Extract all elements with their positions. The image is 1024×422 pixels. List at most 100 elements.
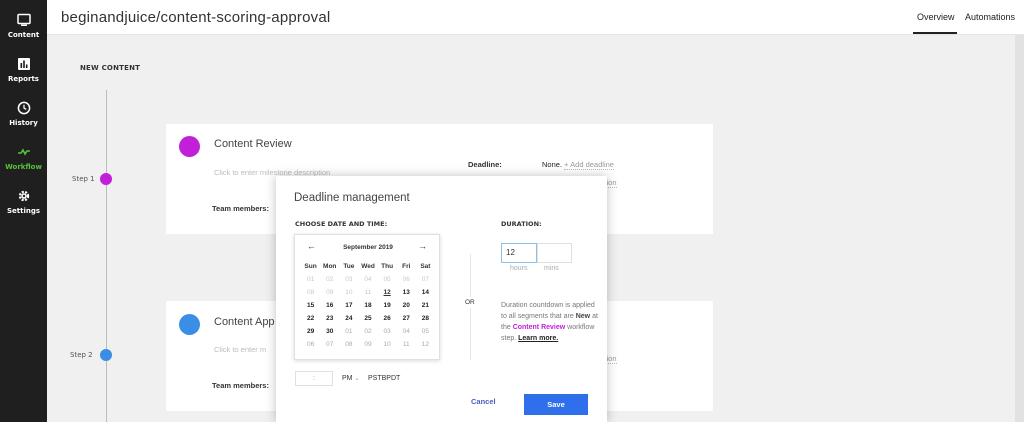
calendar-day[interactable]: 27 [397, 312, 416, 325]
sidebar-item-history[interactable]: History [0, 101, 47, 141]
step-2-dot [100, 349, 112, 361]
sidebar-item-label: Content [7, 31, 40, 39]
calendar-day[interactable]: 13 [397, 286, 416, 299]
calendar-day[interactable]: 01 [339, 325, 358, 338]
weekday-header: Sat [420, 263, 431, 270]
calendar-day: 08 [306, 289, 315, 296]
tab-overview[interactable]: Overview [917, 12, 955, 22]
learn-more-link[interactable]: Learn more. [518, 335, 558, 342]
timezone-label: PSTBPDT [368, 375, 401, 382]
duration-label: DURATION: [501, 220, 542, 228]
calendar-day: 09 [326, 289, 334, 296]
sidebar-item-label: History [9, 119, 38, 127]
calendar-day[interactable]: 25 [358, 312, 377, 325]
calendar-day: 02 [326, 276, 334, 283]
hours-unit-label: hours [510, 265, 528, 272]
duration-info: Duration countdown is applied to all seg… [501, 300, 599, 344]
calendar-day: 04 [364, 276, 372, 283]
calendar-day[interactable]: 15 [301, 299, 320, 312]
weekday-header: Thu [381, 263, 394, 270]
calendar-day[interactable]: 07 [320, 338, 339, 351]
calendar-day: 05 [383, 276, 391, 283]
chevron-down-icon: ⌄ [354, 376, 360, 382]
calendar-day[interactable]: 10 [378, 338, 397, 351]
calendar-day[interactable]: 19 [378, 299, 397, 312]
calendar-day[interactable]: 02 [358, 325, 377, 338]
ampm-value: PM [342, 375, 353, 382]
calendar-day: 11 [364, 289, 372, 296]
weekday-header: Mon [323, 263, 337, 270]
calendar-day[interactable]: 29 [301, 325, 320, 338]
deadline-none-text: None. [542, 160, 563, 169]
date-picker: ← September 2019 → Sun Mon Tue Wed Thu Fri Sat… [294, 234, 440, 360]
calendar-day[interactable]: 12 [378, 286, 397, 299]
workflow-icon [17, 148, 30, 156]
calendar-day[interactable]: 22 [301, 312, 320, 325]
ampm-select[interactable]: PM ⌄ [342, 375, 359, 382]
hours-input[interactable]: 12 [501, 243, 537, 263]
step-1-dot [100, 173, 112, 185]
sidebar-item-reports[interactable]: Reports [0, 57, 47, 97]
deadline-label: Deadline: [468, 160, 502, 169]
calendar-day[interactable]: 30 [320, 325, 339, 338]
calendar-day[interactable]: 26 [378, 312, 397, 325]
sidebar-item-workflow[interactable]: Workflow [0, 145, 47, 185]
time-input[interactable]: : [295, 371, 333, 386]
modal-title: Deadline management [294, 192, 410, 204]
calendar-day[interactable]: 12 [416, 338, 435, 351]
next-month-arrow-icon[interactable]: → [418, 241, 427, 251]
step-title[interactable]: Content Review [214, 138, 292, 150]
calendar-day[interactable]: 21 [416, 299, 435, 312]
active-tab-indicator [913, 32, 957, 34]
calendar-day: 10 [345, 289, 353, 296]
sidebar-item-label: Workflow [5, 163, 42, 171]
sidebar: Content Reports History Workflow Setting… [0, 0, 47, 422]
calendar-day[interactable]: 05 [416, 325, 435, 338]
clock-icon [17, 101, 30, 115]
calendar-day[interactable]: 28 [416, 312, 435, 325]
calendar-day[interactable]: 08 [339, 338, 358, 351]
team-members-label: Team members: [212, 381, 269, 390]
calendar-day[interactable]: 03 [378, 325, 397, 338]
team-members-label: Team members: [212, 204, 269, 213]
weekday-header: Wed [361, 263, 375, 270]
calendar-day[interactable]: 04 [397, 325, 416, 338]
calendar-day[interactable]: 09 [358, 338, 377, 351]
calendar-day: 03 [345, 276, 353, 283]
weekday-header: Tue [343, 263, 355, 270]
calendar-day[interactable]: 20 [397, 299, 416, 312]
cancel-button[interactable]: Cancel [471, 397, 496, 406]
calendar-day: 06 [402, 276, 410, 283]
step-title[interactable]: Content App [214, 316, 275, 328]
calendar-day: 07 [421, 276, 430, 283]
choose-date-label: CHOOSE DATE AND TIME: [295, 220, 388, 228]
scrollbar[interactable] [1015, 35, 1024, 422]
calendar-day[interactable]: 23 [320, 312, 339, 325]
add-deadline-link[interactable]: + Add deadline [564, 160, 614, 170]
or-label: OR [465, 297, 475, 308]
mins-input[interactable] [537, 243, 572, 263]
weekday-header: Fri [402, 263, 411, 270]
calendar-day[interactable]: 14 [416, 286, 435, 299]
step-color-dot[interactable] [179, 314, 200, 335]
step-color-dot[interactable] [179, 136, 200, 157]
calendar-day[interactable]: 11 [397, 338, 416, 351]
calendar-day[interactable]: 18 [358, 299, 377, 312]
tab-automations[interactable]: Automations [965, 12, 1015, 22]
sidebar-item-settings[interactable]: Settings [0, 189, 47, 229]
timeline-line [106, 90, 107, 422]
weekday-header: Sun [304, 263, 317, 270]
calendar-day[interactable]: 17 [339, 299, 358, 312]
step-description[interactable]: Click to enter m [214, 345, 266, 354]
calendar-day[interactable]: 16 [320, 299, 339, 312]
save-button[interactable]: Save [524, 394, 588, 415]
page-title: beginandjuice/content-scoring-approval [61, 9, 331, 26]
step-1-label: Step 1 [72, 175, 95, 183]
deadline-modal: Deadline management CHOOSE DATE AND TIME… [276, 176, 607, 422]
calendar-day[interactable]: 24 [339, 312, 358, 325]
deadline-value: None. + Add deadline [542, 160, 614, 170]
calendar-day[interactable]: 06 [301, 338, 320, 351]
step-2-label: Step 2 [70, 351, 93, 359]
sidebar-item-label: Reports [8, 75, 39, 83]
sidebar-item-content[interactable]: Content [0, 13, 47, 53]
